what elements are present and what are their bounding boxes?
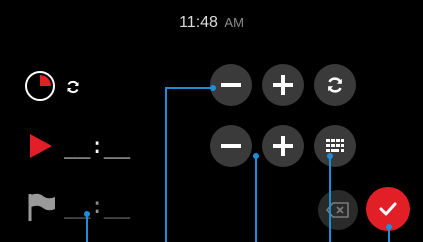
callout-line-row1-v [165, 87, 167, 242]
callout-line-keypad [329, 156, 331, 242]
reset-button[interactable] [314, 64, 356, 106]
plus-icon [273, 75, 293, 95]
callout-line-finish [86, 214, 88, 242]
decrement-button-row2[interactable] [210, 125, 252, 167]
decrement-button-row1[interactable] [210, 64, 252, 106]
confirm-check-icon [379, 202, 397, 216]
increment-button-row2[interactable] [262, 125, 304, 167]
backspace-button[interactable] [318, 190, 358, 230]
start-time-field[interactable]: __:__ [64, 134, 130, 159]
plus-icon [273, 136, 293, 156]
clock-ampm: AM [224, 15, 244, 30]
pie-timer-icon[interactable] [24, 70, 56, 102]
callout-line-row1-h [165, 87, 212, 89]
minus-icon [221, 83, 241, 87]
play-icon[interactable] [28, 132, 54, 160]
status-clock: 11:48 AM [0, 14, 423, 32]
minus-icon [221, 144, 241, 148]
finish-time-field[interactable]: __:__ [64, 194, 130, 219]
flag-icon[interactable] [26, 192, 58, 222]
keypad-button[interactable] [314, 125, 356, 167]
clock-time: 11:48 [179, 14, 218, 31]
increment-button-row1[interactable] [262, 64, 304, 106]
keypad-icon [326, 139, 344, 152]
refresh-icon [328, 77, 342, 93]
callout-line-row2 [255, 156, 257, 242]
refresh-icon[interactable] [65, 79, 81, 95]
callout-line-confirm [388, 227, 390, 242]
